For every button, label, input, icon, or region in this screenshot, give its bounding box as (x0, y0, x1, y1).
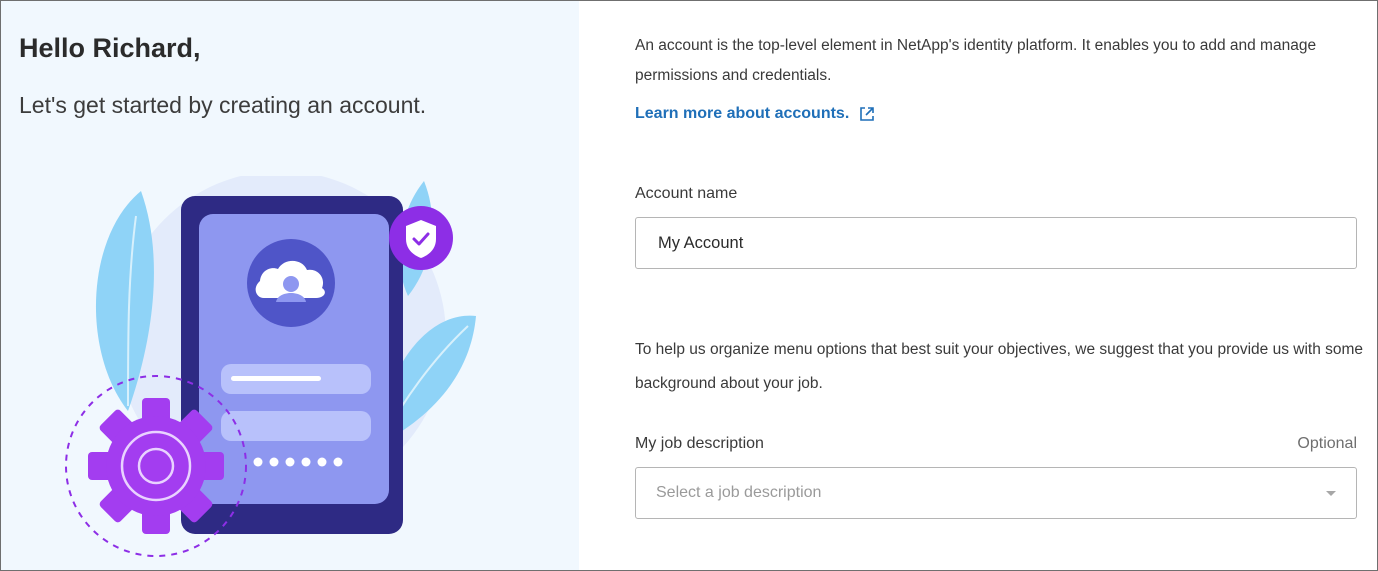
external-link-icon (860, 107, 875, 121)
job-description-placeholder: Select a job description (656, 484, 822, 501)
password-bar (221, 411, 371, 441)
job-help-text: To help us organize menu options that be… (635, 341, 1364, 392)
greeting-heading: Hello Richard, (19, 33, 201, 63)
learn-more-accounts-link[interactable]: Learn more about accounts. (635, 105, 875, 123)
welcome-subtitle: Let's get started by creating an account… (19, 92, 427, 118)
account-form-panel: An account is the top-level element in N… (579, 1, 1377, 570)
account-intro-text: An account is the top-level element in N… (635, 37, 1317, 84)
account-name-label: Account name (635, 185, 738, 202)
create-account-page: Hello Richard, Let's get started by crea… (0, 0, 1378, 571)
account-security-illustration (65, 176, 476, 557)
gear-icon (88, 398, 224, 534)
caret-down-icon (1326, 490, 1336, 496)
job-description-label: My job description (635, 435, 764, 452)
welcome-panel: Hello Richard, Let's get started by crea… (1, 1, 579, 570)
account-name-input[interactable] (635, 217, 1357, 269)
learn-more-label: Learn more about accounts. (635, 105, 850, 122)
job-description-select[interactable]: Select a job description (635, 467, 1357, 519)
optional-label: Optional (1297, 435, 1357, 452)
